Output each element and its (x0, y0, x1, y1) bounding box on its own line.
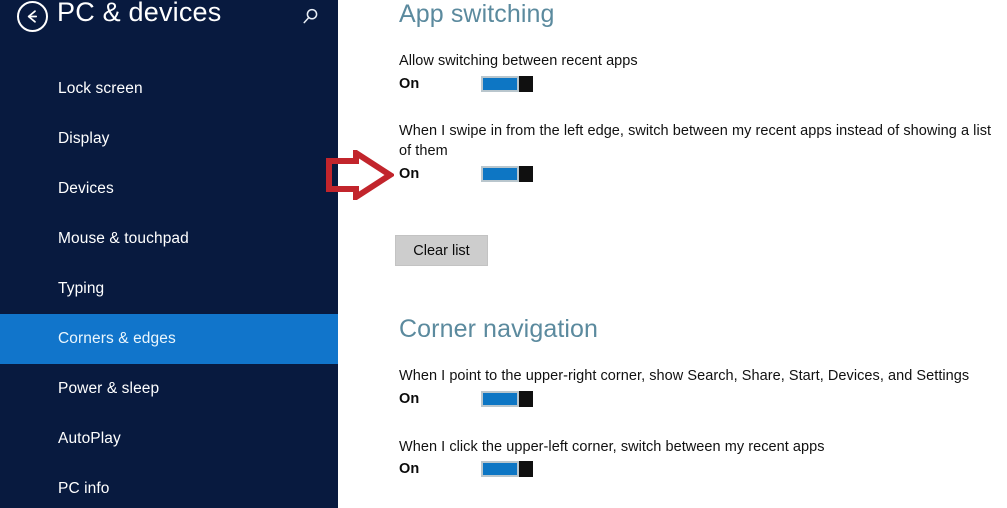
sidebar-item-corners-edges[interactable]: Corners & edges (0, 314, 338, 364)
sidebar-item-label: PC info (58, 480, 110, 497)
state-label-upper-left-corner: On (399, 461, 420, 477)
sidebar-item-label: Display (58, 130, 110, 147)
setting-label-upper-left-corner: When I click the upper-left corner, swit… (399, 439, 825, 455)
toggle-allow-switching[interactable] (481, 76, 533, 92)
sidebar-item-display[interactable]: Display (0, 114, 338, 164)
toggle-left-edge-swipe[interactable] (481, 166, 533, 182)
state-label-upper-right-corner: On (399, 391, 420, 407)
setting-label-allow-switching: Allow switching between recent apps (399, 53, 638, 69)
toggle-track (481, 461, 519, 477)
toggle-thumb (519, 166, 533, 182)
sidebar-item-label: Lock screen (58, 80, 143, 97)
page-title: PC & devices (57, 0, 222, 27)
section-heading-corner-navigation: Corner navigation (399, 315, 599, 343)
sidebar-header: PC & devices (0, 0, 338, 46)
sidebar-item-mouse-touchpad[interactable]: Mouse & touchpad (0, 214, 338, 264)
sidebar-item-label: Corners & edges (58, 330, 176, 347)
sidebar-item-power-sleep[interactable]: Power & sleep (0, 364, 338, 414)
state-label-left-edge-swipe: On (399, 166, 420, 182)
sidebar-item-pc-info[interactable]: PC info (0, 464, 338, 508)
toggle-thumb (519, 391, 533, 407)
sidebar-item-label: Typing (58, 280, 105, 297)
sidebar-item-lock-screen[interactable]: Lock screen (0, 64, 338, 114)
setting-label-upper-right-corner: When I point to the upper-right corner, … (399, 368, 970, 384)
sidebar-item-typing[interactable]: Typing (0, 264, 338, 314)
state-label-allow-switching: On (399, 76, 420, 92)
sidebar-item-label: Power & sleep (58, 380, 160, 397)
toggle-upper-left-corner[interactable] (481, 461, 533, 477)
toggle-upper-right-corner[interactable] (481, 391, 533, 407)
sidebar-item-label: Mouse & touchpad (58, 230, 189, 247)
sidebar-item-devices[interactable]: Devices (0, 164, 338, 214)
settings-content: App switching Allow switching between re… (338, 0, 1007, 508)
sidebar-item-autoplay[interactable]: AutoPlay (0, 414, 338, 464)
section-heading-app-switching: App switching (399, 0, 555, 28)
back-arrow-icon[interactable] (17, 1, 48, 32)
search-icon[interactable] (296, 3, 324, 31)
sidebar-item-label: Devices (58, 180, 114, 197)
sidebar-nav: Lock screen Display Devices Mouse & touc… (0, 64, 338, 508)
sidebar: PC & devices Lock screen Display Devices… (0, 0, 338, 508)
toggle-thumb (519, 76, 533, 92)
toggle-track (481, 391, 519, 407)
clear-list-button[interactable]: Clear list (395, 235, 488, 266)
settings-screen: PC & devices Lock screen Display Devices… (0, 0, 1007, 508)
toggle-track (481, 76, 519, 92)
toggle-thumb (519, 461, 533, 477)
toggle-track (481, 166, 519, 182)
sidebar-item-label: AutoPlay (58, 430, 121, 447)
setting-label-left-edge-swipe: When I swipe in from the left edge, swit… (399, 123, 992, 159)
